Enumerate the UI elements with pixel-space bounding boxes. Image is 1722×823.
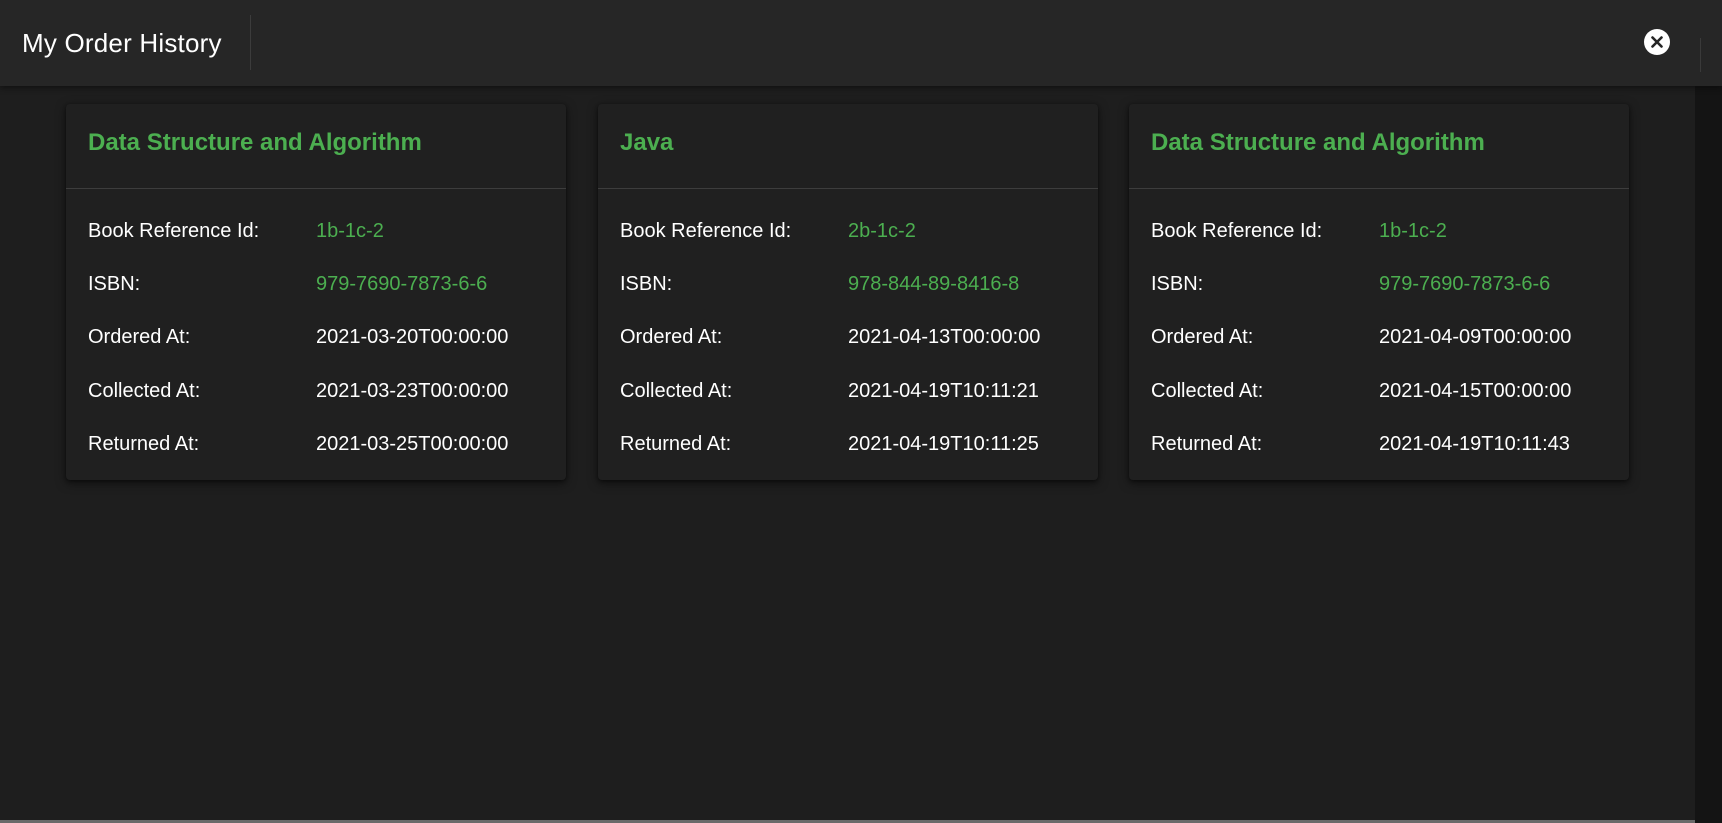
returned-at-value: 2021-04-19T10:11:25 (848, 433, 1039, 455)
isbn-label: ISBN: (620, 273, 673, 295)
book-reference-id-label: Book Reference Id: (620, 220, 792, 242)
order-card-title: Java (620, 129, 674, 156)
ordered-at-value: 2021-04-13T00:00:00 (848, 326, 1041, 348)
card-divider (66, 188, 566, 189)
header-edge-divider (1700, 38, 1701, 72)
collected-at-value: 2021-03-23T00:00:00 (316, 380, 509, 402)
dialog-header: My Order History (0, 0, 1722, 86)
card-divider (598, 188, 1098, 189)
collected-at-value: 2021-04-15T00:00:00 (1379, 380, 1572, 402)
ordered-at-value: 2021-04-09T00:00:00 (1379, 326, 1572, 348)
order-card: Java Book Reference Id: 2b-1c-2 ISBN: 97… (598, 104, 1098, 480)
returned-at-label: Returned At: (88, 433, 200, 455)
book-reference-id-value: 2b-1c-2 (848, 220, 916, 242)
book-reference-id-value: 1b-1c-2 (316, 220, 384, 242)
isbn-label: ISBN: (88, 273, 141, 295)
collected-at-label: Collected At: (88, 380, 201, 402)
close-button[interactable] (1644, 29, 1670, 55)
dialog-title: My Order History (22, 28, 222, 58)
isbn-value: 978-844-89-8416-8 (848, 273, 1020, 295)
book-reference-id-value: 1b-1c-2 (1379, 220, 1447, 242)
isbn-value: 979-7690-7873-6-6 (1379, 273, 1551, 295)
returned-at-label: Returned At: (1151, 433, 1263, 455)
returned-at-value: 2021-04-19T10:11:43 (1379, 433, 1570, 455)
ordered-at-label: Ordered At: (1151, 326, 1254, 348)
collected-at-value: 2021-04-19T10:11:21 (848, 380, 1039, 402)
vertical-scrollbar[interactable] (1695, 86, 1722, 823)
close-circle-icon (1651, 36, 1663, 48)
ordered-at-label: Ordered At: (88, 326, 191, 348)
title-divider (250, 15, 251, 70)
order-card: Data Structure and Algorithm Book Refere… (1129, 104, 1629, 480)
card-divider (1129, 188, 1629, 189)
returned-at-label: Returned At: (620, 433, 732, 455)
collected-at-label: Collected At: (1151, 380, 1264, 402)
isbn-value: 979-7690-7873-6-6 (316, 273, 488, 295)
book-reference-id-label: Book Reference Id: (88, 220, 260, 242)
returned-at-value: 2021-03-25T00:00:00 (316, 433, 509, 455)
order-card-title: Data Structure and Algorithm (1151, 129, 1485, 156)
ordered-at-label: Ordered At: (620, 326, 723, 348)
book-reference-id-label: Book Reference Id: (1151, 220, 1323, 242)
order-history-dialog: My Order History Data Structure and Algo… (0, 0, 1722, 823)
collected-at-label: Collected At: (620, 380, 733, 402)
ordered-at-value: 2021-03-20T00:00:00 (316, 326, 509, 348)
order-card: Data Structure and Algorithm Book Refere… (66, 104, 566, 480)
order-card-title: Data Structure and Algorithm (88, 129, 422, 156)
isbn-label: ISBN: (1151, 273, 1204, 295)
